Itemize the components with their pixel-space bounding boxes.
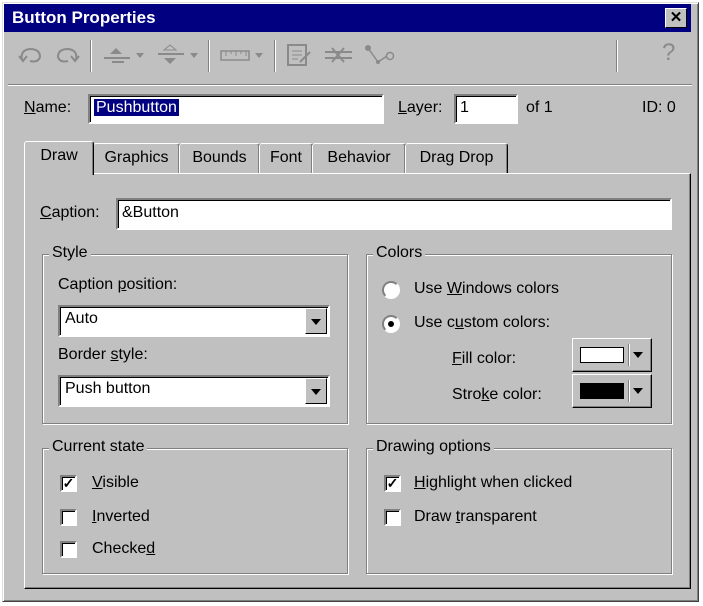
layer-of: of 1: [526, 99, 553, 116]
chevron-down-icon: [633, 388, 643, 394]
caption-position-label: Caption position:: [58, 276, 178, 293]
tab-draw[interactable]: Draw: [24, 141, 94, 175]
stroke-color-button[interactable]: [572, 374, 652, 408]
visible-checkbox[interactable]: ✓: [60, 475, 77, 492]
tab-label: Behavior: [327, 149, 391, 166]
layer-field[interactable]: 1: [454, 94, 518, 124]
colors-group-title: Colors: [373, 244, 426, 262]
title-bar[interactable]: Button Properties ✕: [4, 4, 691, 32]
toolbar-separator: [208, 40, 210, 72]
connect-icon[interactable]: [322, 42, 356, 68]
window-title: Button Properties: [12, 8, 156, 27]
border-style-value: Push button: [65, 380, 151, 397]
stroke-color-label: Stroke color:: [452, 386, 542, 403]
custom-colors-radio[interactable]: [382, 315, 400, 333]
redo-icon[interactable]: [52, 42, 82, 68]
id-label: ID: 0: [642, 99, 676, 116]
toolbar-divider: [8, 84, 692, 86]
windows-colors-radio[interactable]: [382, 281, 400, 299]
tab-bounds[interactable]: Bounds: [179, 143, 260, 173]
distribute-icon[interactable]: [154, 42, 200, 68]
tab-label: Font: [269, 149, 302, 166]
divider: [628, 380, 630, 402]
dropdown-button[interactable]: [305, 378, 327, 404]
caption-field[interactable]: &Button: [116, 198, 672, 230]
ruler-icon[interactable]: [218, 42, 266, 68]
draw-transparent-checkbox[interactable]: [384, 509, 401, 526]
visible-label: Visible: [92, 474, 139, 491]
highlight-checkbox[interactable]: ✓: [384, 475, 401, 492]
tab-label: Graphics: [104, 149, 169, 166]
tab-behavior[interactable]: Behavior: [312, 143, 406, 173]
tab-label: Drag Drop: [419, 149, 494, 166]
border-style-select[interactable]: Push button: [58, 375, 330, 407]
name-field[interactable]: Pushbutton: [88, 94, 384, 124]
tab-label: Bounds: [192, 149, 247, 166]
border-style-label: Border style:: [58, 346, 148, 363]
current-state-group-title: Current state: [49, 438, 148, 456]
undo-icon[interactable]: [16, 42, 46, 68]
chevron-down-icon: [311, 389, 321, 395]
check-icon: ✓: [62, 475, 75, 491]
fill-color-swatch: [580, 347, 624, 363]
divider: [628, 344, 630, 366]
close-button[interactable]: ✕: [665, 8, 687, 28]
drawing-options-group-title: Drawing options: [373, 438, 494, 456]
name-label: Name:: [24, 99, 72, 116]
inverted-checkbox[interactable]: [60, 509, 77, 526]
help-icon[interactable]: ?: [662, 39, 675, 66]
radio-dot: [388, 321, 394, 327]
caption-position-value: Auto: [65, 310, 98, 327]
chevron-down-icon: [311, 319, 321, 325]
tab-drag-drop[interactable]: Drag Drop: [405, 143, 508, 173]
node-icon[interactable]: [362, 42, 398, 68]
custom-colors-label: Use custom colors:: [414, 314, 551, 331]
tab-graphics[interactable]: Graphics: [93, 143, 180, 173]
caption-label: Caption:: [40, 204, 100, 221]
align-icon[interactable]: [100, 42, 146, 68]
toolbar-separator: [616, 40, 618, 72]
toolbar-separator: [90, 40, 92, 72]
layer-value: 1: [460, 99, 469, 116]
checked-checkbox[interactable]: [60, 541, 77, 558]
checked-label: Checked: [92, 540, 156, 557]
fill-color-button[interactable]: [572, 338, 652, 372]
chevron-down-icon: [633, 352, 643, 358]
caption-value: &Button: [122, 204, 179, 221]
toolbar-separator: [274, 40, 276, 72]
toolbar: ?: [10, 36, 690, 76]
properties-icon[interactable]: [284, 42, 314, 68]
tab-font[interactable]: Font: [259, 143, 313, 173]
inverted-label: Inverted: [92, 508, 150, 525]
close-icon: ✕: [669, 9, 683, 26]
style-group-title: Style: [49, 244, 91, 262]
fill-color-label: Fill color:: [452, 350, 517, 367]
dropdown-button[interactable]: [305, 308, 327, 334]
current-state-group: Current state: [42, 438, 348, 574]
layer-label: Layer:: [398, 99, 443, 116]
stroke-color-swatch: [580, 383, 624, 399]
highlight-label: Highlight when clicked: [414, 474, 573, 491]
name-value: Pushbutton: [94, 99, 179, 116]
windows-colors-label: Use Windows colors: [414, 280, 559, 297]
check-icon: ✓: [386, 475, 399, 491]
tab-label: Draw: [40, 147, 78, 164]
caption-position-select[interactable]: Auto: [58, 305, 330, 337]
draw-transparent-label: Draw transparent: [414, 508, 537, 525]
